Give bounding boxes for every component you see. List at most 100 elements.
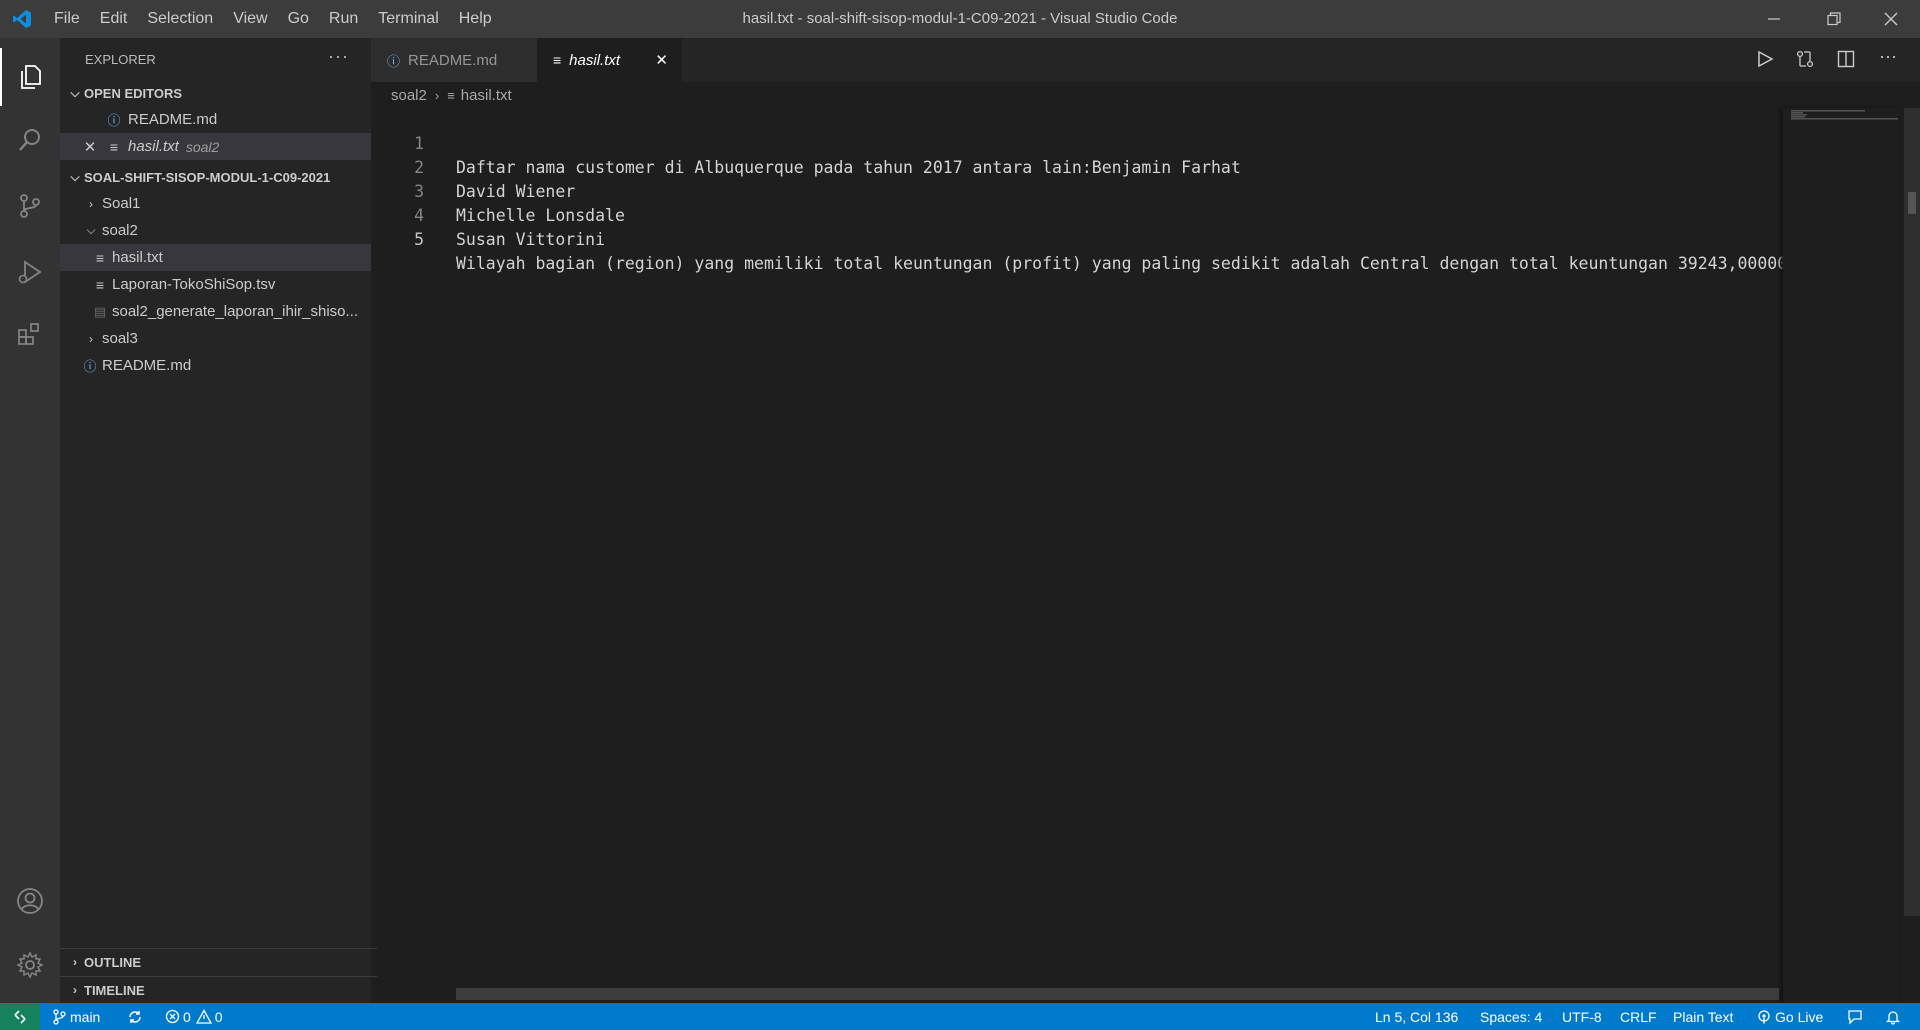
menu-selection[interactable]: Selection	[137, 10, 223, 28]
run-icon[interactable]	[1756, 50, 1774, 73]
open-changes-icon[interactable]	[1796, 50, 1814, 73]
open-editor-hasil-folder: soal2	[185, 138, 220, 155]
sync-icon[interactable]	[127, 1003, 143, 1030]
editor-line: 4 Susan Vittorini	[371, 180, 1781, 249]
tree-folder-soal1[interactable]: › Soal1	[60, 190, 371, 217]
source-control-icon[interactable]	[0, 177, 60, 235]
info-icon: ⓘ	[107, 113, 121, 128]
restore-button[interactable]	[1805, 0, 1863, 38]
open-editors-header[interactable]: ⌵ OPEN EDITORS	[60, 80, 371, 106]
breadcrumb-folder[interactable]: soal2	[391, 87, 427, 104]
tree-label: README.md	[102, 357, 192, 374]
tree-label: soal3	[102, 330, 138, 347]
workspace-label: SOAL-SHIFT-SISOP-MODUL-1-C09-2021	[84, 169, 331, 185]
search-icon[interactable]	[0, 111, 60, 169]
chevron-right-icon: ›	[73, 983, 77, 997]
menu-go[interactable]: Go	[278, 10, 319, 28]
close-tab-icon[interactable]: ✕	[655, 51, 668, 69]
scrollbar-thumb[interactable]	[1908, 192, 1916, 214]
menu-terminal[interactable]: Terminal	[368, 10, 448, 28]
title-bar: hasil.txt - soal-shift-sisop-modul-1-C09…	[0, 0, 1920, 38]
open-editor-hasil-label: hasil.txt	[128, 138, 179, 155]
menu-edit[interactable]: Edit	[90, 10, 138, 28]
explorer-header: EXPLORER ···	[60, 38, 371, 80]
text-file-icon: ≡	[95, 249, 105, 266]
chevron-right-icon: ›	[434, 87, 440, 103]
timeline-label: TIMELINE	[84, 982, 145, 998]
editor-line: 1 Daftar nama customer di Albuquerque pa…	[371, 108, 1781, 177]
close-window-button[interactable]	[1862, 0, 1920, 38]
editor-tabs: ⓘ README.md ≡ hasil.txt ✕ ···	[371, 38, 1920, 82]
chevron-down-icon: ⌵	[70, 169, 80, 184]
cursor-position[interactable]: Ln 5, Col 136	[1375, 1003, 1458, 1030]
menu-bar: File Edit Selection View Go Run Terminal…	[44, 0, 502, 38]
git-branch-icon	[53, 1008, 66, 1025]
text-file-icon: ≡	[553, 52, 562, 68]
workspace-header[interactable]: ⌵ SOAL-SHIFT-SISOP-MODUL-1-C09-2021	[60, 164, 371, 190]
branch-indicator[interactable]: main	[52, 1003, 100, 1030]
explorer-title: EXPLORER	[85, 51, 156, 67]
split-editor-icon[interactable]	[1837, 50, 1855, 73]
broadcast-icon	[1758, 1009, 1770, 1023]
menu-view[interactable]: View	[223, 10, 277, 28]
minimap-preview	[1791, 110, 1903, 120]
tree-label: hasil.txt	[112, 249, 163, 266]
minimize-button[interactable]	[1745, 0, 1803, 38]
menu-file[interactable]: File	[44, 10, 90, 28]
run-debug-icon[interactable]	[0, 243, 60, 301]
info-icon: ⓘ	[387, 53, 401, 69]
tree-folder-soal2[interactable]: ⌵ soal2	[60, 217, 371, 244]
explorer-icon[interactable]	[0, 48, 60, 106]
open-editor-readme-label: README.md	[128, 111, 218, 128]
horizontal-scrollbar[interactable]	[456, 988, 1779, 1000]
tree-file-generate[interactable]: ▤ soal2_generate_laporan_ihir_shiso...	[60, 298, 371, 325]
timeline-header[interactable]: › TIMELINE	[60, 976, 377, 1003]
vertical-scrollbar[interactable]	[1904, 108, 1920, 916]
outline-header[interactable]: › OUTLINE	[60, 948, 377, 975]
more-actions-icon[interactable]: ···	[328, 46, 349, 67]
code-editor[interactable]: 1 Daftar nama customer di Albuquerque pa…	[371, 108, 1797, 988]
tree-label: soal2_generate_laporan_ihir_shiso...	[112, 303, 359, 320]
breadcrumb-file[interactable]: hasil.txt	[461, 87, 512, 104]
close-icon[interactable]: ✕	[80, 138, 100, 156]
settings-gear-icon[interactable]	[0, 936, 60, 994]
more-actions-icon[interactable]: ···	[1879, 46, 1897, 67]
tree-file-laporan[interactable]: ≡ Laporan-TokoShiSop.tsv	[60, 271, 371, 298]
info-icon: ⓘ	[83, 359, 97, 374]
activity-bar	[0, 38, 60, 1003]
tree-folder-soal3[interactable]: › soal3	[60, 325, 371, 352]
extensions-icon[interactable]	[0, 305, 60, 363]
account-icon[interactable]	[0, 872, 60, 930]
problems-indicator[interactable]: 0 0	[165, 1003, 223, 1030]
open-editor-hasil[interactable]: ✕ ≡ hasil.txt soal2	[60, 133, 371, 160]
encoding[interactable]: UTF-8	[1562, 1003, 1602, 1030]
warning-count: 0	[214, 1008, 223, 1025]
open-editor-readme[interactable]: ⓘ README.md	[60, 106, 371, 133]
go-live-button[interactable]: Go Live	[1757, 1003, 1823, 1030]
breadcrumb: soal2 › ≡ hasil.txt	[371, 82, 1920, 108]
feedback-icon[interactable]	[1847, 1003, 1863, 1030]
menu-help[interactable]: Help	[449, 10, 502, 28]
minimap[interactable]	[1783, 108, 1903, 1003]
line-text[interactable]: Wilayah bagian (region) yang memiliki to…	[456, 252, 1797, 276]
tab-label: hasil.txt	[569, 51, 621, 69]
tree-file-hasil[interactable]: ≡ hasil.txt	[60, 244, 371, 271]
tab-label: README.md	[408, 51, 498, 69]
tree-file-readme[interactable]: ⓘ README.md	[60, 352, 371, 379]
remote-icon[interactable]	[0, 1003, 40, 1030]
notifications-bell-icon[interactable]	[1885, 1003, 1901, 1030]
error-icon	[165, 1009, 180, 1024]
language-mode[interactable]: Plain Text	[1673, 1003, 1733, 1030]
tree-label: Laporan-TokoShiSop.tsv	[112, 276, 276, 293]
tab-hasil[interactable]: ≡ hasil.txt ✕	[537, 38, 682, 82]
outline-label: OUTLINE	[84, 954, 142, 970]
line-ending[interactable]: CRLF	[1620, 1003, 1657, 1030]
tab-readme[interactable]: ⓘ README.md	[371, 38, 537, 82]
vscode-logo-icon	[0, 0, 44, 38]
text-file-icon: ≡	[109, 138, 119, 155]
tree-label: soal2	[102, 222, 138, 239]
editor-line-current: 5 Wilayah bagian (region) yang memiliki …	[371, 204, 1797, 273]
line-text[interactable]: Susan Vittorini	[456, 228, 605, 252]
menu-run[interactable]: Run	[319, 10, 368, 28]
indentation[interactable]: Spaces: 4	[1480, 1003, 1542, 1030]
